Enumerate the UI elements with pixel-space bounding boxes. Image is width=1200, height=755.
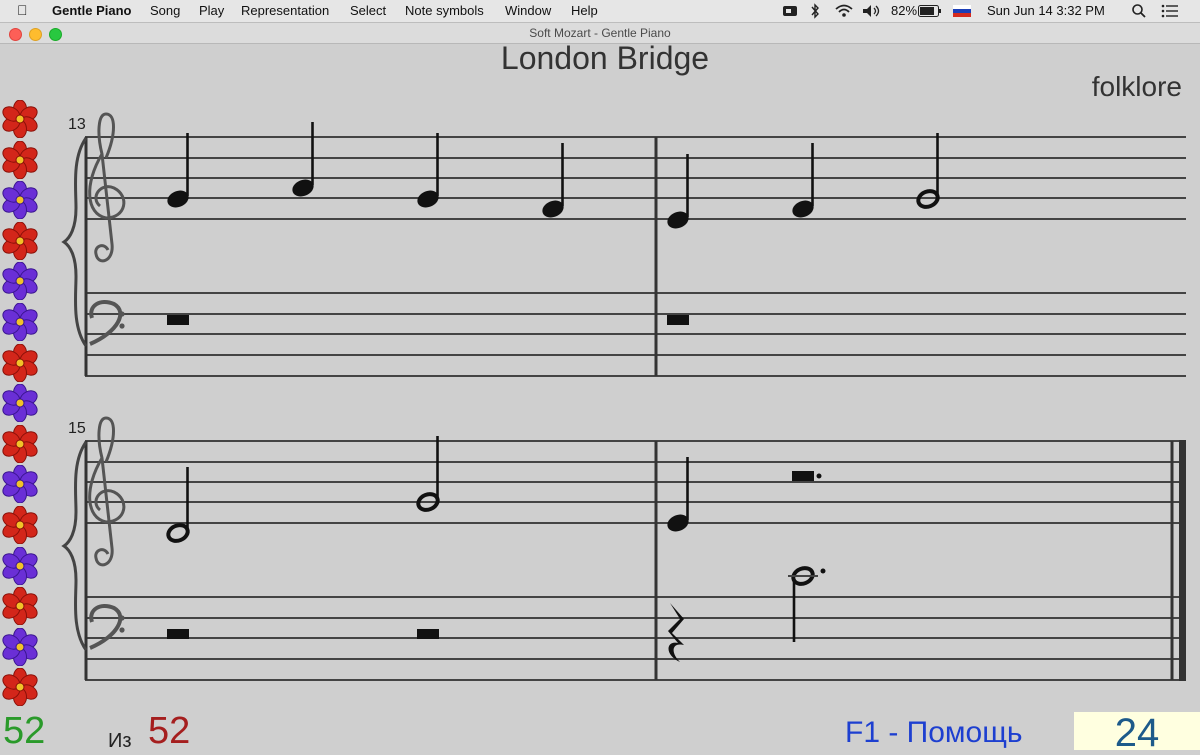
purple-flower-icon xyxy=(2,465,38,504)
total-page-number: 52 xyxy=(148,710,191,752)
quarter-note[interactable] xyxy=(538,141,568,222)
red-flower-icon xyxy=(2,343,38,382)
treble-notes[interactable] xyxy=(163,120,943,233)
quarter-note[interactable] xyxy=(788,141,818,222)
current-page-number: 52 xyxy=(3,710,46,752)
measure-number: 13 xyxy=(68,116,86,133)
purple-flower-icon xyxy=(2,262,38,301)
measure-number: 15 xyxy=(68,420,86,437)
quarter-note[interactable] xyxy=(663,152,693,233)
red-flower-icon xyxy=(2,221,38,260)
red-flower-icon xyxy=(2,424,38,463)
dot xyxy=(816,473,822,479)
half-rest[interactable] xyxy=(792,471,814,481)
quarter-note[interactable] xyxy=(163,131,193,212)
red-flower-icon xyxy=(2,506,38,544)
system-1 xyxy=(62,112,1186,377)
whole-rest[interactable] xyxy=(667,315,689,325)
sheet-music[interactable] xyxy=(0,0,1200,750)
whole-rest[interactable] xyxy=(167,315,189,325)
grand-staff-brace xyxy=(62,136,88,348)
grand-staff-brace xyxy=(62,440,88,652)
red-flower-icon xyxy=(2,668,38,707)
red-flower-icon xyxy=(2,140,38,179)
system-2 xyxy=(62,416,1186,681)
purple-flower-icon xyxy=(2,546,38,585)
whole-rest[interactable] xyxy=(417,629,439,639)
treble-notes[interactable] xyxy=(163,434,693,546)
bass-clef-icon xyxy=(88,603,127,650)
red-flower-icon xyxy=(2,100,38,138)
quarter-rest[interactable] xyxy=(668,603,684,662)
dotted-half-note[interactable] xyxy=(788,565,826,642)
quarter-note[interactable] xyxy=(663,455,693,536)
purple-flower-icon xyxy=(2,627,38,666)
help-hint[interactable]: F1 - Помощь xyxy=(845,716,1023,750)
counter-box: 24 xyxy=(1074,712,1200,754)
purple-flower-icon xyxy=(2,303,38,341)
half-note[interactable] xyxy=(163,465,193,546)
bass-clef-icon xyxy=(88,299,127,346)
purple-flower-icon xyxy=(2,181,38,220)
quarter-note[interactable] xyxy=(413,131,443,212)
counter-value: 24 xyxy=(1114,711,1160,755)
purple-flower-icon xyxy=(2,384,38,423)
whole-rest[interactable] xyxy=(167,629,189,639)
red-flower-icon xyxy=(2,587,38,626)
quarter-note[interactable] xyxy=(288,120,318,201)
final-barline xyxy=(1179,440,1186,681)
